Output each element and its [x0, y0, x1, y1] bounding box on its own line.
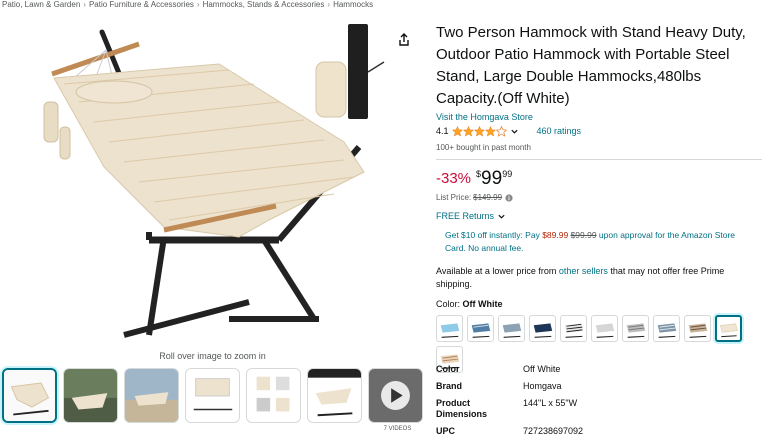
- color-swatch-light-grey[interactable]: [591, 315, 618, 342]
- list-price-value: $149.99: [473, 193, 503, 202]
- color-swatch-blue-grey-stripe[interactable]: [653, 315, 680, 342]
- color-swatch-black-white-stripe[interactable]: [560, 315, 587, 342]
- breadcrumb-item[interactable]: Hammocks, Stands & Accessories: [203, 0, 325, 9]
- product-specs-table: Color Off White Brand Homgava Product Di…: [436, 364, 756, 443]
- info-icon[interactable]: [505, 193, 513, 202]
- rating-value: 4.1: [436, 126, 449, 136]
- videos-count-label: 7 VIDEOS: [383, 426, 412, 432]
- spec-value: Homgava: [523, 381, 562, 391]
- star-icon: [462, 125, 474, 137]
- spec-key: Brand: [436, 381, 463, 391]
- color-selector-label: Color: Off White: [436, 299, 762, 309]
- product-info: Two Person Hammock with Stand Heavy Duty…: [436, 22, 762, 373]
- color-swatch-off-white[interactable]: [715, 315, 742, 342]
- offer-new-price: $89.99: [542, 230, 569, 240]
- discount-percent: -33%: [436, 170, 472, 187]
- spec-value: 727238697092: [523, 426, 584, 436]
- breadcrumb-item[interactable]: Patio, Lawn & Garden: [2, 0, 80, 9]
- price-fraction: 99: [502, 169, 513, 179]
- chevron-down-icon[interactable]: [510, 127, 519, 136]
- free-returns-label: FREE Returns: [436, 211, 495, 221]
- color-swatch-light-blue[interactable]: [436, 315, 463, 342]
- star-icon: [484, 125, 496, 137]
- breadcrumb-item[interactable]: Hammocks: [333, 0, 373, 9]
- spec-row: Brand Homgava: [436, 381, 756, 392]
- spec-row: Color Off White: [436, 364, 756, 375]
- spec-value: 144"L x 55"W: [523, 398, 578, 408]
- star-icon: [473, 125, 485, 137]
- spec-key: UPC: [436, 426, 456, 436]
- thumbnail-image[interactable]: [63, 368, 118, 423]
- offer-text: Get $10 off instantly: Pay: [445, 230, 543, 240]
- color-swatch-navy[interactable]: [529, 315, 556, 342]
- main-product-image[interactable]: [14, 22, 399, 342]
- thumbnail-strip: [2, 368, 423, 428]
- availability-note: Available at a lower price from other se…: [436, 265, 762, 291]
- bought-in-past-month: 100+ bought in past month: [436, 143, 531, 152]
- star-rating[interactable]: [451, 125, 507, 137]
- spec-key: Product Dimensions: [436, 398, 488, 419]
- price-whole: 99: [481, 168, 503, 189]
- star-empty-icon: [495, 125, 507, 137]
- free-returns-link[interactable]: FREE Returns: [436, 211, 762, 221]
- thumbnail-image[interactable]: [124, 368, 179, 423]
- breadcrumb-separator: ›: [83, 0, 86, 9]
- color-swatch-brown-stripe[interactable]: [684, 315, 711, 342]
- share-icon: [399, 33, 409, 46]
- thumbnail-image[interactable]: [307, 368, 362, 423]
- zoom-hint: Roll over image to zoom in: [159, 351, 266, 361]
- list-price: List Price: $149.99: [436, 193, 762, 202]
- color-swatch-grey-stripe[interactable]: [622, 315, 649, 342]
- rating-row: 4.1 460 ratings: [436, 125, 762, 137]
- spec-row: Product Dimensions 144"L x 55"W: [436, 398, 756, 420]
- color-swatch-grey-blue[interactable]: [498, 315, 525, 342]
- hammock-image: [43, 24, 385, 338]
- selected-color: Off White: [462, 299, 503, 309]
- thumbnail-image[interactable]: [185, 368, 240, 423]
- divider: [436, 159, 762, 160]
- spec-value: Off White: [523, 364, 561, 374]
- ratings-count-link[interactable]: 460 ratings: [537, 126, 582, 136]
- product-title: Two Person Hammock with Stand Heavy Duty…: [436, 24, 746, 107]
- thumbnail-image[interactable]: [246, 368, 301, 423]
- other-sellers-link[interactable]: other sellers: [559, 266, 608, 276]
- spec-row: UPC 727238697092: [436, 426, 756, 437]
- spec-key: Color: [436, 364, 460, 374]
- color-swatch-blue-stripe[interactable]: [467, 315, 494, 342]
- thumbnail-image[interactable]: [2, 368, 57, 423]
- breadcrumb: Patio, Lawn & Garden › Patio Furniture & A…: [2, 0, 373, 12]
- offer-old-price: $99.99: [570, 230, 597, 240]
- breadcrumb-separator: ›: [327, 0, 331, 9]
- store-card-offer[interactable]: Get $10 off instantly: Pay $89.99 $99.99…: [445, 229, 755, 255]
- breadcrumb-separator: ›: [196, 0, 200, 9]
- share-button[interactable]: [396, 32, 412, 48]
- color-label: Color:: [436, 299, 463, 309]
- video-thumbnail[interactable]: [368, 368, 423, 423]
- price-block: -33% $ 99 99: [436, 169, 762, 191]
- store-link[interactable]: Visit the Homgava Store: [436, 112, 762, 122]
- star-icon: [451, 125, 463, 137]
- list-price-label: List Price:: [436, 193, 472, 202]
- breadcrumb-item[interactable]: Patio Furniture & Accessories: [89, 0, 194, 9]
- availability-text: Available at a lower price from: [436, 266, 559, 276]
- chevron-down-icon: [498, 214, 505, 219]
